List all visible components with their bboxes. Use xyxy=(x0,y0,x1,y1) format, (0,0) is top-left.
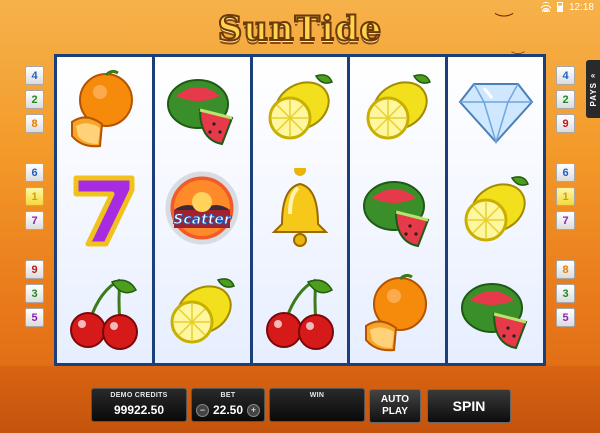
reel-column xyxy=(448,57,543,363)
payline-marker[interactable]: 2 xyxy=(25,90,44,109)
payline-marker[interactable]: 8 xyxy=(556,260,575,279)
watermelon-icon xyxy=(353,162,443,258)
pays-tab-label: PAYS xyxy=(588,82,598,107)
reel-column: Scatter xyxy=(154,57,250,363)
payline-marker[interactable]: 8 xyxy=(25,114,44,133)
credits-label: DEMO CREDITS xyxy=(110,392,168,399)
paylines-right: 4 2 9 6 1 7 8 3 5 xyxy=(556,66,576,332)
logo-text: SunTide xyxy=(217,8,383,50)
lemon-icon xyxy=(255,60,345,156)
credits-panel: DEMO CREDITS 99922.50 xyxy=(91,388,187,422)
payline-marker[interactable]: 7 xyxy=(556,211,575,230)
reel-column xyxy=(57,57,152,363)
payline-marker[interactable]: 6 xyxy=(556,163,575,182)
watermelon-icon xyxy=(157,60,247,156)
scatter-icon: Scatter xyxy=(157,162,247,258)
bet-value: 22.50 xyxy=(212,403,244,417)
control-bar: DEMO CREDITS 99922.50 BET − 22.50 + WIN … xyxy=(0,366,600,433)
credits-value: 99922.50 xyxy=(113,403,165,417)
auto-play-label: AUTO PLAY xyxy=(380,394,410,417)
payline-marker[interactable]: 1 xyxy=(556,187,575,206)
pays-tab[interactable]: « PAYS xyxy=(586,60,600,118)
win-panel: WIN xyxy=(269,388,365,422)
reel-column xyxy=(252,57,348,363)
game-logo: SunTide xyxy=(205,6,395,51)
payline-marker[interactable]: 3 xyxy=(25,284,44,303)
payline-marker[interactable]: 4 xyxy=(25,66,44,85)
bet-panel: BET − 22.50 + xyxy=(191,388,265,422)
payline-marker[interactable]: 5 xyxy=(25,308,44,327)
orange-icon xyxy=(59,60,149,156)
orange-icon xyxy=(353,264,443,360)
payline-marker[interactable]: 6 xyxy=(25,163,44,182)
cherries-icon xyxy=(59,264,149,360)
status-time: 12:18 xyxy=(568,1,594,13)
bet-decrease-button[interactable]: − xyxy=(196,403,209,417)
spin-label: SPIN xyxy=(452,398,486,414)
paylines-left: 4 2 8 6 1 7 9 3 5 xyxy=(25,66,45,332)
payline-marker[interactable]: 4 xyxy=(556,66,575,85)
chevron-left-icon: « xyxy=(590,71,596,81)
status-bar: 12:18 xyxy=(540,0,600,14)
payline-marker[interactable]: 7 xyxy=(25,211,44,230)
diamond-icon xyxy=(451,60,541,156)
battery-icon xyxy=(556,2,563,12)
auto-play-button[interactable]: AUTO PLAY xyxy=(369,389,421,423)
payline-marker[interactable]: 2 xyxy=(556,90,575,109)
win-label: WIN xyxy=(309,392,325,399)
bell-icon xyxy=(255,162,345,258)
payline-marker[interactable]: 1 xyxy=(25,187,44,206)
watermelon-icon xyxy=(451,264,541,360)
scatter-label: Scatter xyxy=(173,212,232,228)
reels-area: Scatter xyxy=(54,54,546,366)
spin-button[interactable]: SPIN xyxy=(427,389,511,423)
payline-marker[interactable]: 5 xyxy=(556,308,575,327)
payline-marker[interactable]: 9 xyxy=(556,114,575,133)
bet-label: BET xyxy=(220,392,236,399)
wifi-icon xyxy=(540,2,551,12)
reel-column xyxy=(350,57,446,363)
lemon-icon xyxy=(353,60,443,156)
payline-marker[interactable]: 9 xyxy=(25,260,44,279)
bet-increase-button[interactable]: + xyxy=(247,403,260,417)
seven-icon xyxy=(59,162,149,258)
payline-marker[interactable]: 3 xyxy=(556,284,575,303)
bird-icon: ︶ xyxy=(494,12,514,28)
cherries-icon xyxy=(255,264,345,360)
lemon-icon xyxy=(157,264,247,360)
lemon-icon xyxy=(451,162,541,258)
